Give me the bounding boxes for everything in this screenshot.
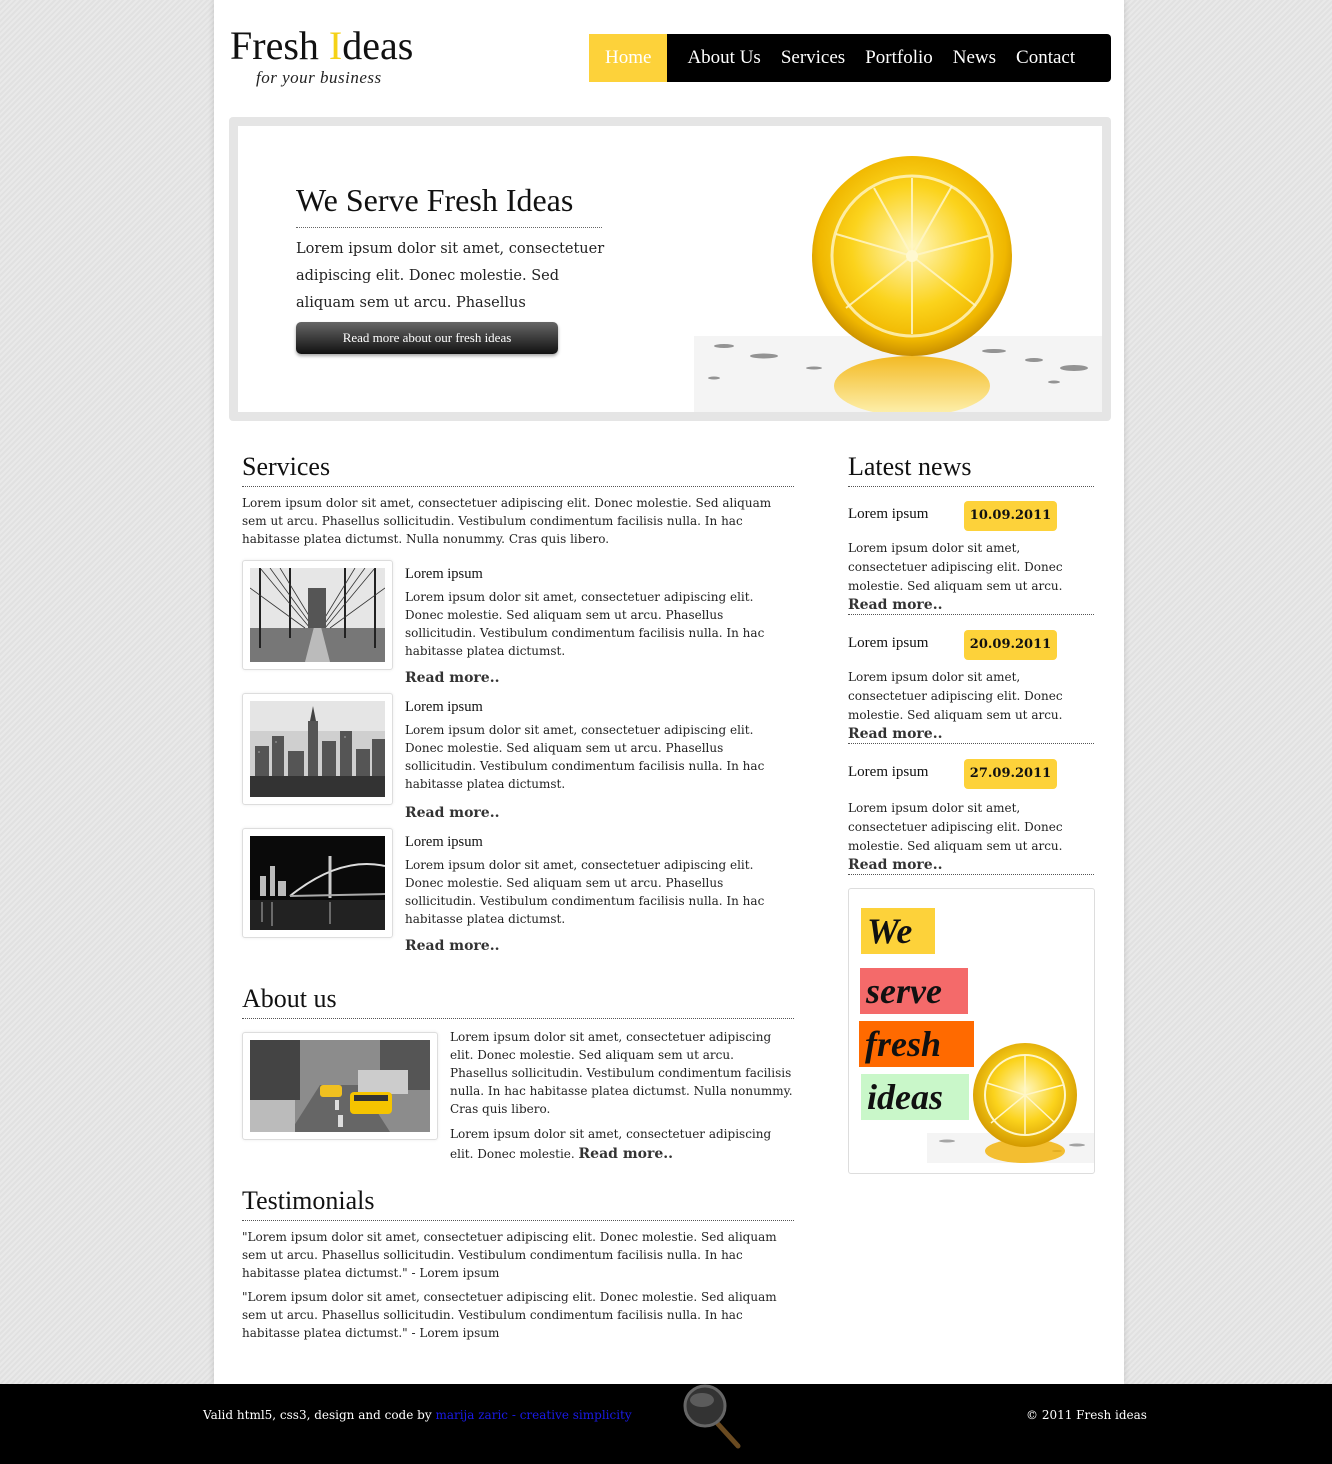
- news-item-text: Lorem ipsum dolor sit amet, consectetuer…: [848, 668, 1094, 744]
- news-separator: [848, 874, 1094, 875]
- testimonial-text: "Lorem ipsum dolor sit amet, consectetue…: [242, 1290, 777, 1340]
- service-thumbnail[interactable]: [242, 828, 393, 938]
- footer-credits-text: Valid html5, css3, design and code by: [203, 1408, 436, 1422]
- nav-item-services[interactable]: Services: [771, 34, 855, 82]
- hero-read-more-button[interactable]: Read more about our fresh ideas: [296, 322, 558, 354]
- service-title: Lorem ipsum: [405, 566, 483, 582]
- about-read-more-link[interactable]: Read more..: [579, 1146, 673, 1162]
- about-thumbnail[interactable]: [242, 1032, 438, 1140]
- nav-item-news[interactable]: News: [943, 34, 1006, 82]
- about-text-short: Lorem ipsum dolor sit amet, consectetuer…: [450, 1124, 794, 1164]
- ad-word-we: We: [861, 908, 935, 954]
- news-heading: Latest news: [848, 452, 1094, 487]
- footer-copyright: © 2011 Fresh ideas: [1026, 1408, 1147, 1422]
- taxi-street-photo: [250, 1040, 430, 1132]
- news-item-text: Lorem ipsum dolor sit amet, consectetuer…: [848, 539, 1094, 615]
- service-text: Lorem ipsum dolor sit amet, consectetuer…: [405, 590, 765, 658]
- news-item-text: Lorem ipsum dolor sit amet, consectetuer…: [848, 799, 1094, 875]
- news-read-more-link[interactable]: Read more..: [848, 597, 942, 613]
- news-read-more-link[interactable]: Read more..: [848, 857, 942, 873]
- service-thumbnail[interactable]: [242, 560, 393, 670]
- services-intro: Lorem ipsum dolor sit amet, consectetuer…: [242, 496, 772, 546]
- footer-designer-link[interactable]: marija zaric - creative simplicity: [435, 1408, 631, 1422]
- news-item-copy: Lorem ipsum dolor sit amet, consectetuer…: [848, 541, 1063, 593]
- news-item-title[interactable]: Lorem ipsum: [848, 635, 928, 652]
- logo[interactable]: Fresh Ideas for your business: [230, 24, 430, 94]
- news-item-copy: Lorem ipsum dolor sit amet, consectetuer…: [848, 801, 1063, 853]
- footer-credits: Valid html5, css3, design and code by ma…: [203, 1408, 632, 1422]
- news-item-title[interactable]: Lorem ipsum: [848, 506, 928, 523]
- magnifier-icon: [683, 1384, 741, 1449]
- ad-banner[interactable]: We serve fresh ideas: [848, 888, 1095, 1174]
- nav-item-contact[interactable]: Contact: [1006, 34, 1085, 82]
- service-read-more-link[interactable]: Read more..: [405, 938, 499, 954]
- news-item-copy: Lorem ipsum dolor sit amet, consectetuer…: [848, 670, 1063, 722]
- logo-tagline: for your business: [256, 68, 382, 87]
- page-container: Fresh Ideas for your business Home About…: [214, 0, 1124, 1384]
- main-nav: Home About Us Services Portfolio News Co…: [589, 34, 1111, 82]
- nav-item-portfolio[interactable]: Portfolio: [855, 34, 943, 82]
- hero-banner: We Serve Fresh Ideas Lorem ipsum dolor s…: [229, 117, 1111, 421]
- news-date-badge: 10.09.2011: [964, 501, 1057, 531]
- lemon-image: [927, 1043, 1094, 1163]
- logo-title: Fresh Ideas: [230, 23, 414, 68]
- ad-word-serve: serve: [860, 968, 968, 1014]
- night-bridge-photo: [250, 836, 385, 930]
- service-title: Lorem ipsum: [405, 834, 483, 850]
- city-skyline-photo: [250, 701, 385, 797]
- services-heading: Services: [242, 452, 794, 487]
- hero-inner: We Serve Fresh Ideas Lorem ipsum dolor s…: [238, 126, 1102, 412]
- news-date-badge: 27.09.2011: [964, 759, 1057, 789]
- service-thumbnail[interactable]: [242, 693, 393, 805]
- footer: Valid html5, css3, design and code by ma…: [0, 1384, 1332, 1464]
- bridge-photo: [250, 568, 385, 662]
- service-text: Lorem ipsum dolor sit amet, consectetuer…: [405, 858, 765, 926]
- news-separator: [848, 743, 1094, 744]
- nav-item-about-us[interactable]: About Us: [677, 34, 770, 82]
- service-text: Lorem ipsum dolor sit amet, consectetuer…: [405, 723, 765, 791]
- service-read-more-link[interactable]: Read more..: [405, 805, 499, 821]
- service-read-more-link[interactable]: Read more..: [405, 670, 499, 686]
- lemon-image: [694, 156, 1102, 412]
- about-text: Lorem ipsum dolor sit amet, consectetuer…: [450, 1030, 793, 1116]
- news-separator: [848, 614, 1094, 615]
- testimonials-heading: Testimonials: [242, 1186, 794, 1221]
- about-heading: About us: [242, 984, 794, 1019]
- news-read-more-link[interactable]: Read more..: [848, 726, 942, 742]
- service-title: Lorem ipsum: [405, 699, 483, 715]
- news-date-badge: 20.09.2011: [964, 630, 1057, 660]
- testimonial-text: "Lorem ipsum dolor sit amet, consectetue…: [242, 1230, 777, 1280]
- hero-title: We Serve Fresh Ideas: [296, 182, 602, 228]
- news-item-title[interactable]: Lorem ipsum: [848, 764, 928, 781]
- nav-item-home[interactable]: Home: [589, 34, 668, 82]
